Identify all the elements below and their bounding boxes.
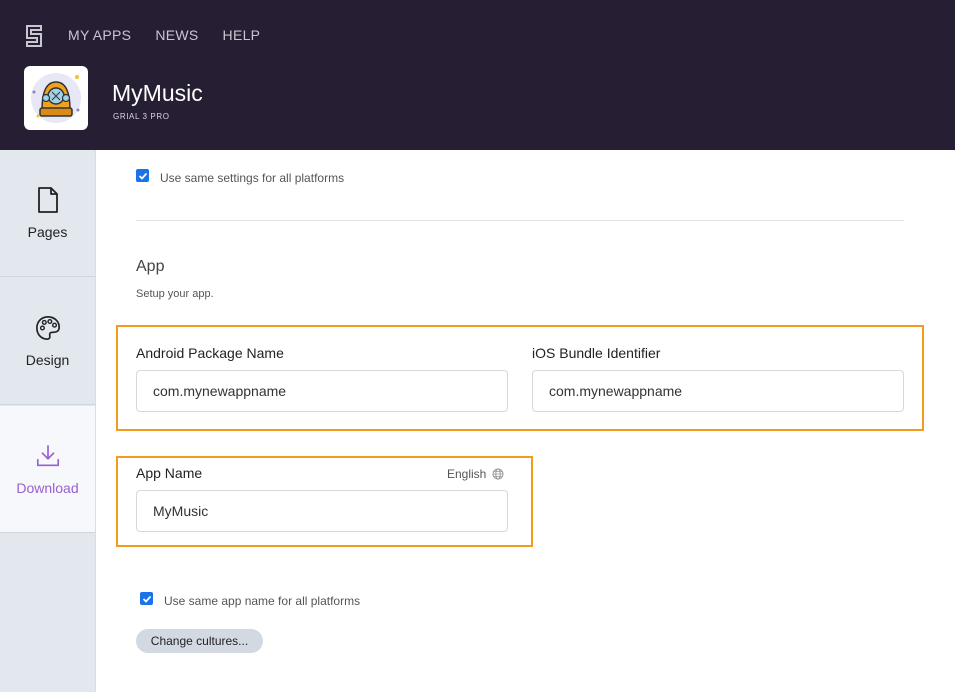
app-title: MyMusic: [112, 80, 203, 106]
nav-news[interactable]: NEWS: [155, 27, 198, 43]
same-settings-checkbox[interactable]: [136, 169, 149, 182]
file-icon: [37, 187, 58, 213]
language-label: English: [447, 467, 487, 481]
checkmark-icon: [138, 172, 147, 180]
sidebar: Pages Design Download: [0, 150, 96, 692]
palette-icon: [35, 316, 60, 340]
ios-bundle-label: iOS Bundle Identifier: [532, 345, 661, 361]
top-nav: MY APPS NEWS HELP: [68, 27, 284, 43]
sidebar-item-label: Design: [25, 352, 70, 368]
sidebar-item-label: Download: [16, 480, 79, 496]
app-name-label: App Name: [136, 465, 203, 481]
same-app-name-label: Use same app name for all platforms: [164, 594, 361, 608]
sidebar-item-download[interactable]: Download: [0, 406, 95, 533]
same-app-name-checkbox[interactable]: [140, 592, 153, 605]
nav-my-apps[interactable]: MY APPS: [68, 27, 131, 43]
section-divider: [136, 220, 904, 221]
section-title: App: [136, 258, 165, 275]
language-selector[interactable]: English: [447, 467, 504, 481]
checkmark-icon: [142, 595, 151, 603]
main-content: Use same settings for all platforms App …: [96, 150, 955, 692]
grial-logo-icon[interactable]: [26, 25, 42, 47]
section-subtitle: Setup your app.: [136, 288, 214, 300]
sidebar-item-pages[interactable]: Pages: [0, 150, 95, 277]
nav-help[interactable]: HELP: [223, 27, 261, 43]
sidebar-item-label: Pages: [27, 224, 68, 240]
top-header: MY APPS NEWS HELP MyMusic GRIAL 3 PRO: [0, 0, 955, 150]
app-icon: [24, 66, 88, 130]
sidebar-item-design[interactable]: Design: [0, 278, 95, 405]
android-package-input[interactable]: [136, 370, 508, 412]
app-name-input[interactable]: [136, 490, 508, 532]
app-subtitle: GRIAL 3 PRO: [113, 112, 170, 121]
download-icon: [36, 444, 59, 467]
diving-helmet-icon: [31, 73, 81, 123]
change-cultures-button[interactable]: Change cultures...: [136, 629, 263, 653]
ios-bundle-input[interactable]: [532, 370, 904, 412]
same-settings-label: Use same settings for all platforms: [160, 171, 345, 185]
globe-icon: [492, 468, 504, 480]
android-package-label: Android Package Name: [136, 345, 284, 361]
